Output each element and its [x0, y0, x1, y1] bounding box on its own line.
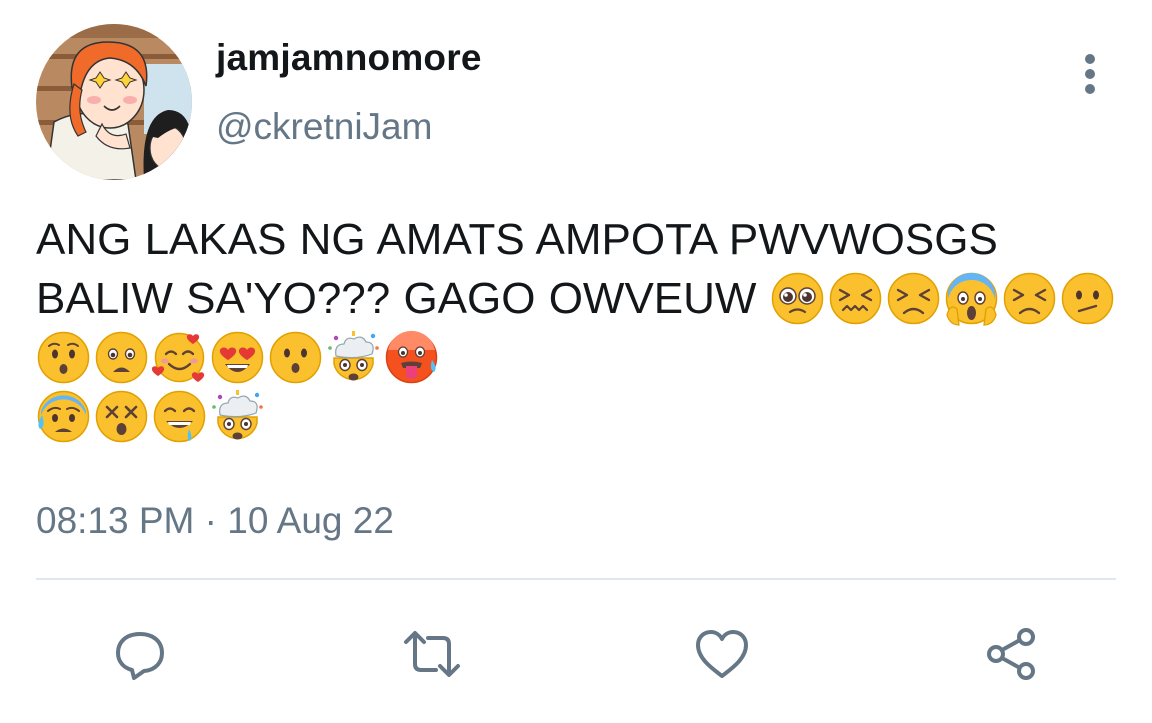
share-button[interactable] — [981, 624, 1041, 684]
heart-icon — [696, 630, 748, 678]
anime-avatar-icon — [36, 24, 192, 180]
avatar[interactable] — [36, 24, 192, 180]
anxious-face-with-sweat-icon — [36, 389, 91, 444]
user-handle[interactable]: @ckretniJam — [216, 106, 432, 148]
exploding-head-icon — [210, 389, 265, 444]
hushed-face-icon — [268, 330, 323, 385]
share-icon — [987, 628, 1035, 680]
more-options-button[interactable] — [1068, 52, 1112, 96]
like-button[interactable] — [692, 624, 752, 684]
divider — [36, 578, 1116, 580]
confounded-face-icon — [828, 271, 883, 326]
frowning-open-mouth-face-icon — [94, 330, 149, 385]
reply-button[interactable] — [110, 624, 170, 684]
retweet-icon — [404, 631, 460, 677]
more-vertical-icon — [1085, 54, 1095, 94]
drooling-face-icon — [152, 389, 207, 444]
persevering-face-icon — [886, 271, 941, 326]
hushed-face-icon — [36, 330, 91, 385]
reply-icon — [116, 632, 164, 680]
pleading-face-icon — [770, 271, 825, 326]
hot-face-icon — [384, 330, 439, 385]
exploding-head-icon — [326, 330, 381, 385]
smiling-face-with-hearts-icon — [152, 330, 207, 385]
retweet-button[interactable] — [402, 624, 462, 684]
tweet-text: ANG LAKAS NG AMATS AMPOTA PWVWOSGS BALIW… — [36, 210, 1121, 446]
confused-face-icon — [1060, 271, 1115, 326]
face-screaming-in-fear-icon — [944, 271, 999, 326]
heart-eyes-face-icon — [210, 330, 265, 385]
display-name[interactable]: jamjamnomore — [216, 37, 482, 79]
dizzy-face-icon — [94, 389, 149, 444]
persevering-face-icon — [1002, 271, 1057, 326]
tweet-timestamp[interactable]: 08:13 PM · 10 Aug 22 — [36, 500, 394, 542]
